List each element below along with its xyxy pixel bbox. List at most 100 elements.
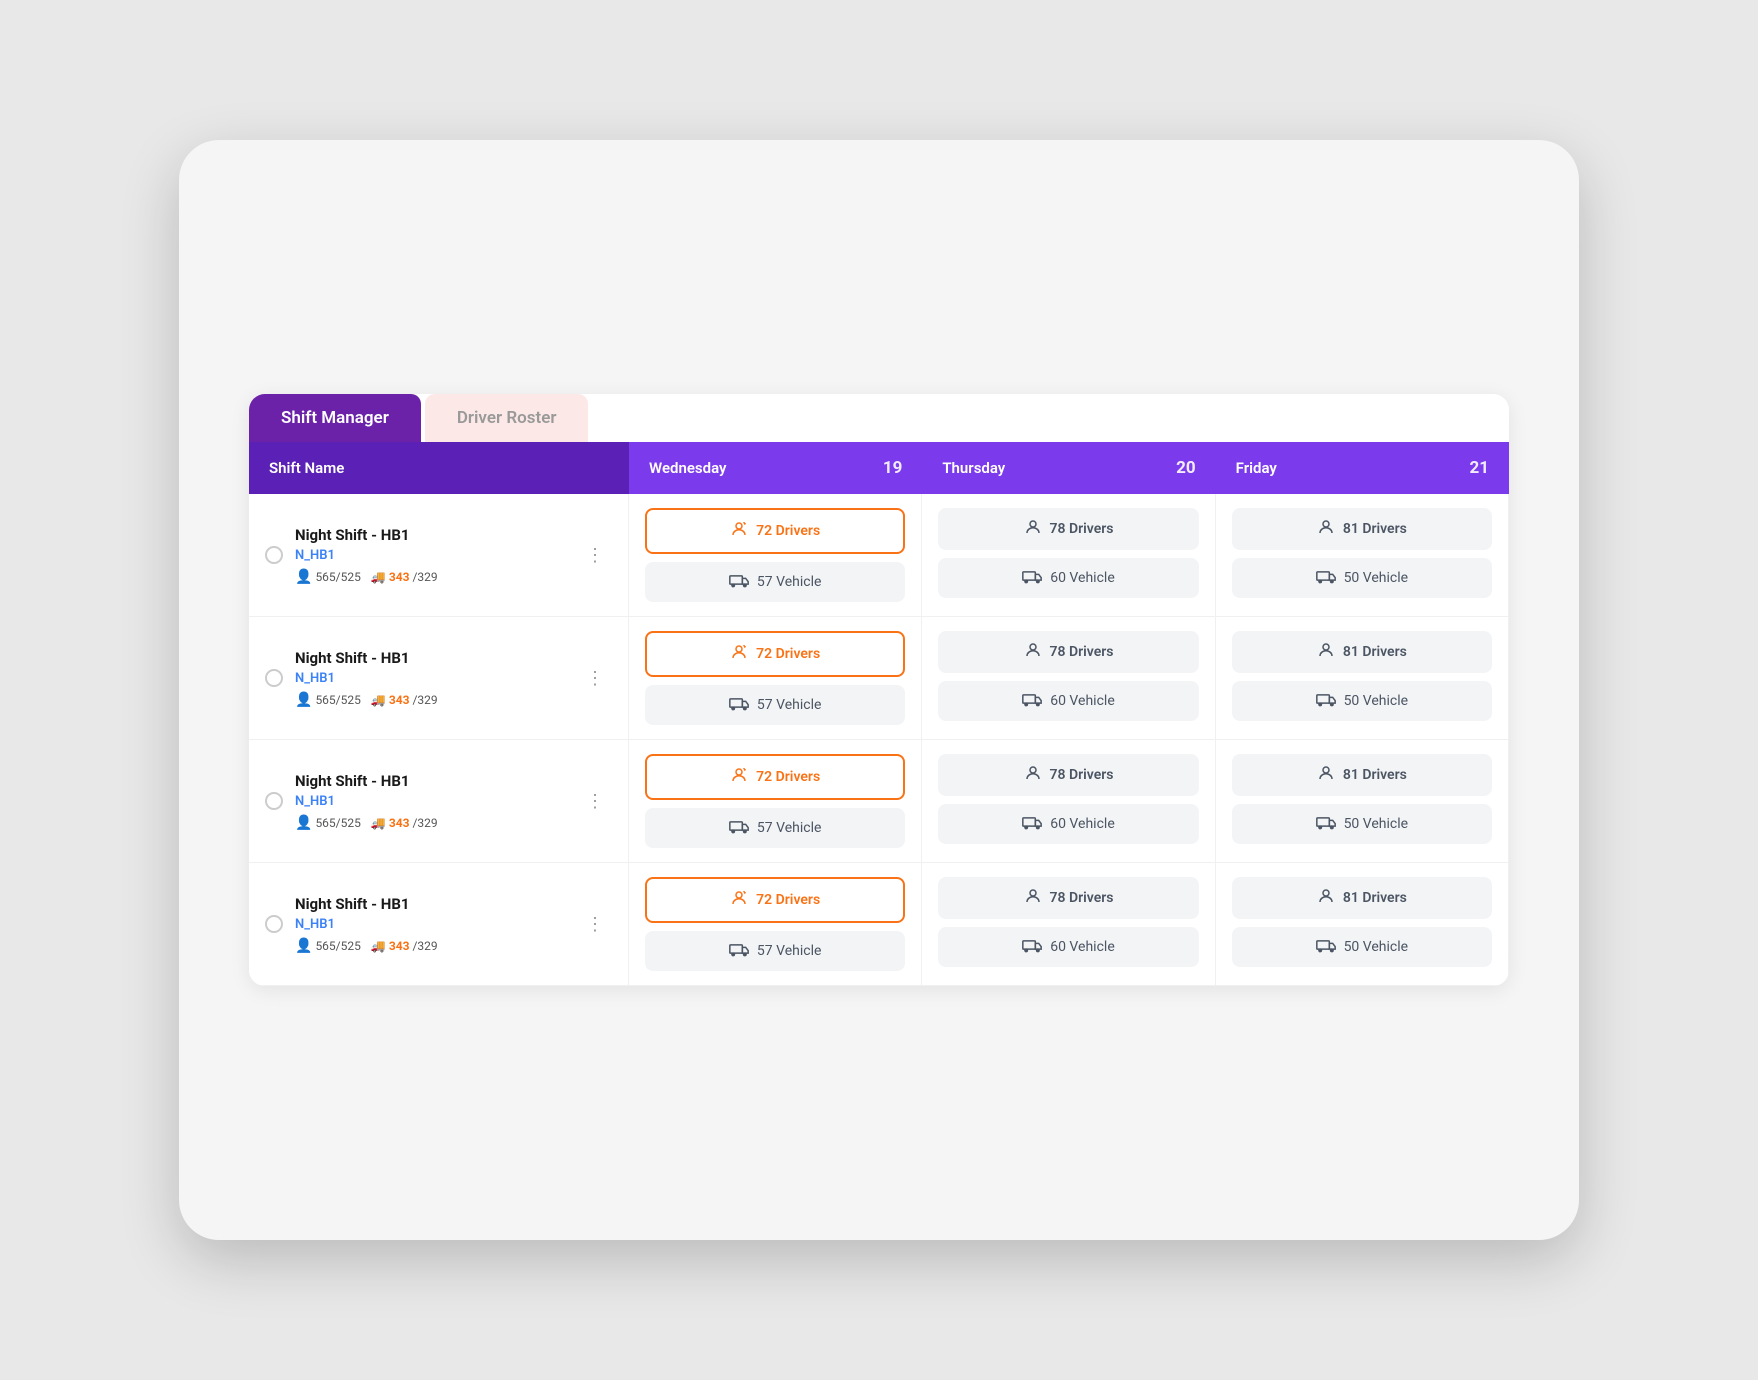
vehicles-highlight-1: 343 — [389, 693, 410, 707]
shift-stats-1: 👤 565/525 🚚 343/329 — [295, 692, 570, 708]
tabs-row: Shift Manager Driver Roster — [249, 394, 1509, 442]
shift-info-cell-0: Night Shift - HB1N_HB1 👤 565/525 🚚 343/3… — [249, 494, 629, 616]
vehicle-text-0-2: 50 Vehicle — [1344, 570, 1409, 586]
driver-badge-2-0[interactable]: 72 Drivers — [645, 754, 905, 800]
driver-badge-1-0[interactable]: 72 Drivers — [645, 631, 905, 677]
shift-radio-1[interactable] — [265, 669, 283, 687]
tab-shift-manager[interactable]: Shift Manager — [249, 394, 421, 442]
truck-icon-badge-1-0 — [729, 695, 749, 715]
driver-icon-1-1 — [1024, 641, 1042, 663]
tab-driver-roster-label: Driver Roster — [457, 408, 557, 428]
table-header: Shift Name Wednesday 19 Thursday 20 Frid… — [249, 442, 1509, 494]
shift-radio-0[interactable] — [265, 546, 283, 564]
truck-icon-badge-3-1 — [1022, 937, 1042, 957]
th-friday-label: Friday — [1236, 459, 1277, 477]
vehicle-badge-1-0: 57 Vehicle — [645, 685, 905, 725]
drivers-stat-3: 👤 565/525 — [295, 938, 361, 954]
truck-icon-0: 🚚 — [371, 570, 386, 584]
day-cell-1-1: 78 Drivers 60 Vehicle — [922, 617, 1215, 739]
driver-text-0-1: 78 Drivers — [1050, 521, 1114, 537]
th-friday: Friday 21 — [1216, 442, 1509, 494]
truck-icon-3: 🚚 — [371, 939, 386, 953]
vehicle-text-3-2: 50 Vehicle — [1344, 939, 1409, 955]
driver-icon-2-1 — [1024, 764, 1042, 786]
vehicle-badge-1-1: 60 Vehicle — [938, 681, 1198, 721]
truck-icon-badge-2-2 — [1316, 814, 1336, 834]
day-cell-2-1: 78 Drivers 60 Vehicle — [922, 740, 1215, 862]
truck-icon-badge-0-2 — [1316, 568, 1336, 588]
day-cell-0-0: 72 Drivers 57 Vehicle — [629, 494, 922, 616]
th-wednesday-num: 19 — [883, 458, 903, 478]
shift-code-1: N_HB1 — [295, 671, 570, 686]
drivers-stat-2: 👤 565/525 — [295, 815, 361, 831]
vehicle-text-2-0: 57 Vehicle — [757, 820, 822, 836]
driver-text-2-1: 78 Drivers — [1050, 767, 1114, 783]
vehicles-stat-2: 🚚 343/329 — [371, 816, 438, 830]
tab-shift-manager-label: Shift Manager — [281, 408, 389, 428]
vehicle-text-2-2: 50 Vehicle — [1344, 816, 1409, 832]
driver-badge-0-1: 78 Drivers — [938, 508, 1198, 550]
vehicle-text-2-1: 60 Vehicle — [1050, 816, 1115, 832]
vehicle-badge-3-0: 57 Vehicle — [645, 931, 905, 971]
day-cell-3-2: 81 Drivers 50 Vehicle — [1216, 863, 1509, 985]
shift-row-3: Night Shift - HB1N_HB1 👤 565/525 🚚 343/3… — [249, 863, 1509, 986]
shift-radio-2[interactable] — [265, 792, 283, 810]
th-thursday: Thursday 20 — [922, 442, 1215, 494]
shift-info-cell-3: Night Shift - HB1N_HB1 👤 565/525 🚚 343/3… — [249, 863, 629, 985]
more-menu-0[interactable]: ⋮ — [582, 541, 608, 570]
truck-icon-1: 🚚 — [371, 693, 386, 707]
day-cell-1-0: 72 Drivers 57 Vehicle — [629, 617, 922, 739]
app-container: Shift Manager Driver Roster Shift Name W… — [249, 394, 1509, 986]
shift-details-1: Night Shift - HB1 N_HB1 👤 565/525 🚚 343/3… — [295, 649, 570, 708]
driver-badge-3-2: 81 Drivers — [1232, 877, 1492, 919]
th-shift-name-label: Shift Name — [269, 459, 344, 477]
th-shift-name: Shift Name — [249, 442, 629, 494]
vehicle-badge-1-2: 50 Vehicle — [1232, 681, 1492, 721]
th-thursday-num: 20 — [1176, 458, 1196, 478]
shift-row-0: Night Shift - HB1N_HB1 👤 565/525 🚚 343/3… — [249, 494, 1509, 617]
vehicle-badge-0-2: 50 Vehicle — [1232, 558, 1492, 598]
more-menu-3[interactable]: ⋮ — [582, 910, 608, 939]
truck-icon-badge-1-1 — [1022, 691, 1042, 711]
driver-text-2-2: 81 Drivers — [1343, 767, 1407, 783]
shift-name-text-1: Night Shift - HB1 — [295, 649, 570, 667]
driver-text-1-2: 81 Drivers — [1343, 644, 1407, 660]
person-icon-2: 👤 — [295, 815, 312, 831]
truck-icon-badge-3-0 — [729, 941, 749, 961]
day-cell-0-1: 78 Drivers 60 Vehicle — [922, 494, 1215, 616]
driver-text-1-1: 78 Drivers — [1050, 644, 1114, 660]
vehicle-text-1-0: 57 Vehicle — [757, 697, 822, 713]
person-icon-1: 👤 — [295, 692, 312, 708]
truck-icon-badge-2-1 — [1022, 814, 1042, 834]
drivers-count-3: 565/525 — [315, 939, 360, 953]
vehicle-badge-0-1: 60 Vehicle — [938, 558, 1198, 598]
vehicles-total-1: /329 — [412, 693, 437, 707]
shift-radio-3[interactable] — [265, 915, 283, 933]
more-menu-1[interactable]: ⋮ — [582, 664, 608, 693]
vehicle-text-0-0: 57 Vehicle — [757, 574, 822, 590]
driver-text-2-0: 72 Drivers — [756, 769, 820, 785]
drivers-count-2: 565/525 — [315, 816, 360, 830]
driver-icon-3-2 — [1317, 887, 1335, 909]
shift-row-1: Night Shift - HB1 N_HB1 👤 565/525 🚚 343/3… — [249, 617, 1509, 740]
driver-badge-3-0[interactable]: 72 Drivers — [645, 877, 905, 923]
truck-icon-badge-0-1 — [1022, 568, 1042, 588]
driver-icon-2-0 — [730, 766, 748, 788]
driver-badge-2-1: 78 Drivers — [938, 754, 1198, 796]
vehicles-stat-1: 🚚 343/329 — [371, 693, 438, 707]
device-frame: Shift Manager Driver Roster Shift Name W… — [179, 140, 1579, 1240]
truck-icon-badge-1-2 — [1316, 691, 1336, 711]
th-wednesday: Wednesday 19 — [629, 442, 922, 494]
shift-stats-3: 👤 565/525 🚚 343/329 — [295, 938, 570, 954]
shift-code-3: N_HB1 — [295, 917, 570, 932]
driver-badge-3-1: 78 Drivers — [938, 877, 1198, 919]
tab-driver-roster[interactable]: Driver Roster — [425, 394, 589, 442]
driver-icon-1-0 — [730, 643, 748, 665]
vehicles-stat-3: 🚚 343/329 — [371, 939, 438, 953]
shift-code-2: N_HB1 — [295, 794, 570, 809]
shift-details-2: Night Shift - HB1N_HB1 👤 565/525 🚚 343/3… — [295, 772, 570, 831]
driver-badge-0-0[interactable]: 72 Drivers — [645, 508, 905, 554]
more-menu-2[interactable]: ⋮ — [582, 787, 608, 816]
driver-text-3-1: 78 Drivers — [1050, 890, 1114, 906]
th-friday-num: 21 — [1469, 458, 1489, 478]
